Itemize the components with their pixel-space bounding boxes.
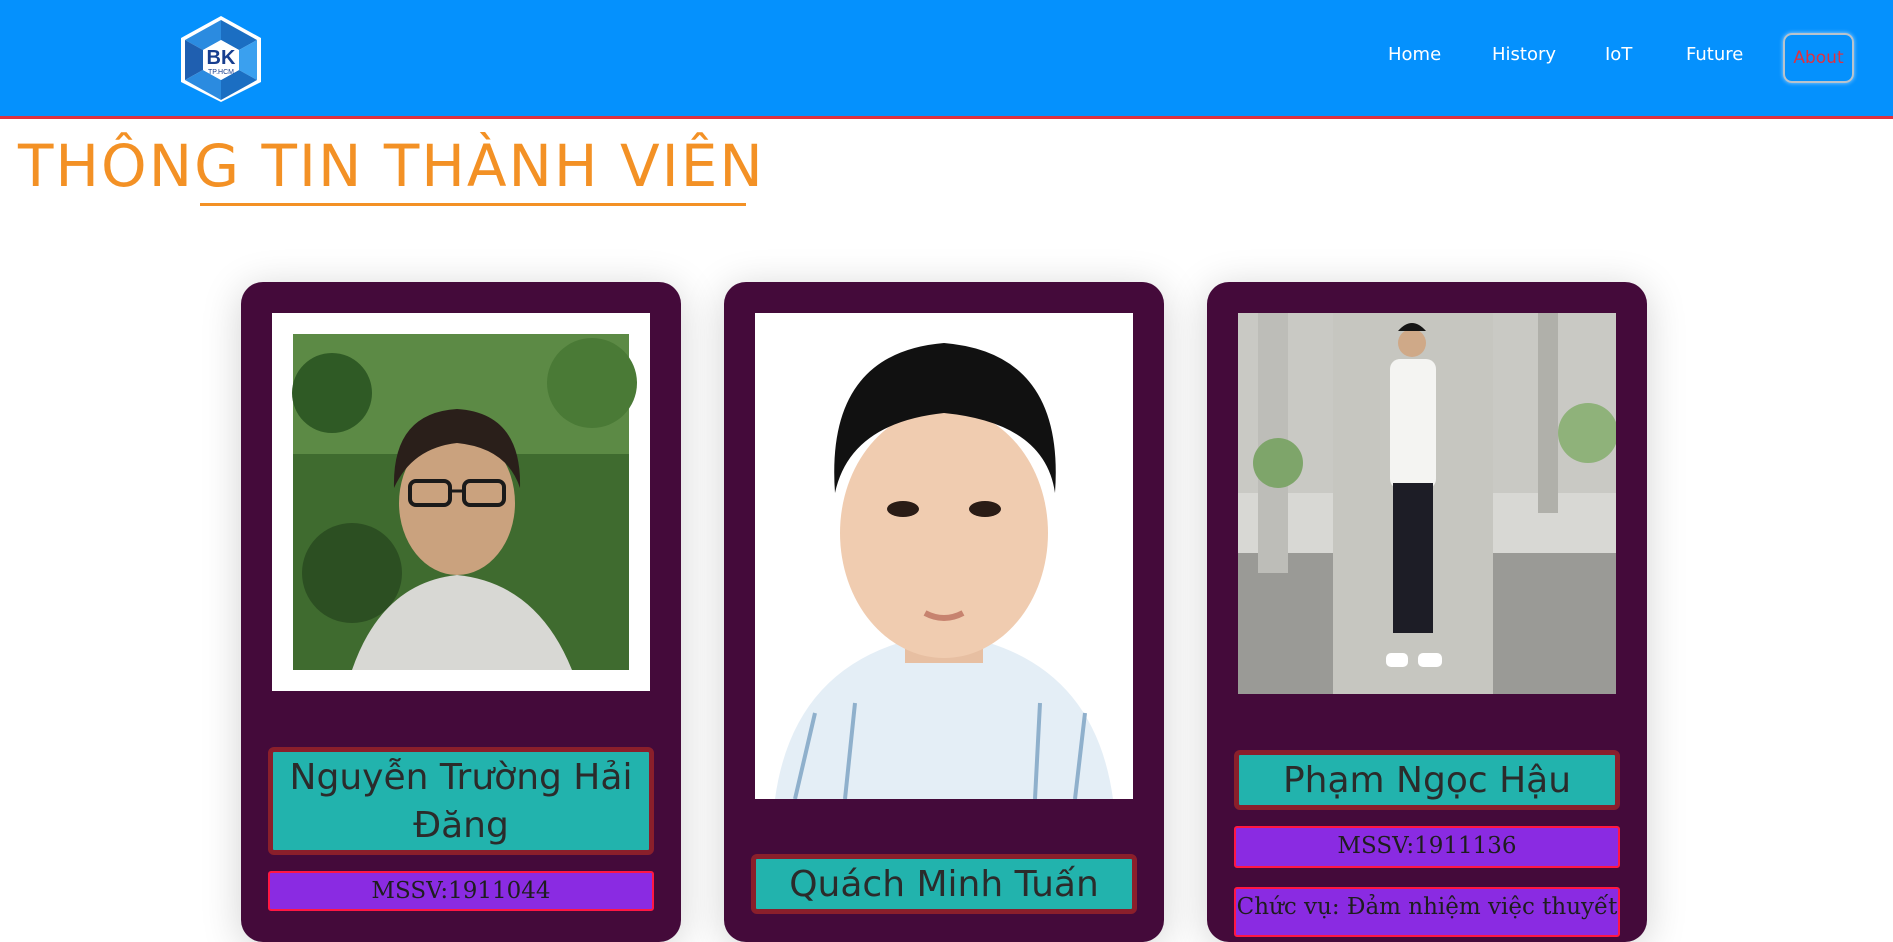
nav-future-link[interactable]: Future: [1686, 44, 1743, 65]
member-photo-3: [1238, 313, 1616, 694]
member-role-3: Chức vụ: Đảm nhiệm việc thuyết: [1234, 887, 1620, 937]
member-photo-2: [755, 313, 1133, 799]
bk-logo-icon[interactable]: BK TP.HCM: [175, 14, 267, 104]
member-card-1: Nguyễn Trường Hải Đăng MSSV:1911044: [241, 282, 681, 942]
top-navbar: BK TP.HCM Home History IoT Future About: [0, 0, 1893, 119]
member-photo-1: [272, 313, 650, 691]
nav-iot-link[interactable]: IoT: [1605, 44, 1632, 65]
member-name-2: Quách Minh Tuấn: [751, 854, 1137, 914]
logo-text: BK: [207, 47, 236, 69]
nav-about-button[interactable]: About: [1783, 33, 1854, 83]
member-portrait-1: [272, 313, 650, 691]
nav-home-link[interactable]: Home: [1388, 44, 1441, 65]
member-name-3: Phạm Ngọc Hậu: [1234, 750, 1620, 810]
nav-history-link[interactable]: History: [1492, 44, 1556, 65]
member-portrait-3: [1238, 313, 1616, 694]
member-card-2: Quách Minh Tuấn: [724, 282, 1164, 942]
page-title: THÔNG TIN THÀNH VIÊN: [18, 132, 765, 200]
title-underline: [200, 203, 746, 206]
member-portrait-2: [755, 313, 1133, 799]
member-mssv-1: MSSV:1911044: [268, 871, 654, 911]
logo-subtext: TP.HCM: [208, 69, 234, 76]
member-card-3: Phạm Ngọc Hậu MSSV:1911136 Chức vụ: Đảm …: [1207, 282, 1647, 942]
member-mssv-3: MSSV:1911136: [1234, 826, 1620, 868]
member-name-1: Nguyễn Trường Hải Đăng: [268, 747, 654, 855]
